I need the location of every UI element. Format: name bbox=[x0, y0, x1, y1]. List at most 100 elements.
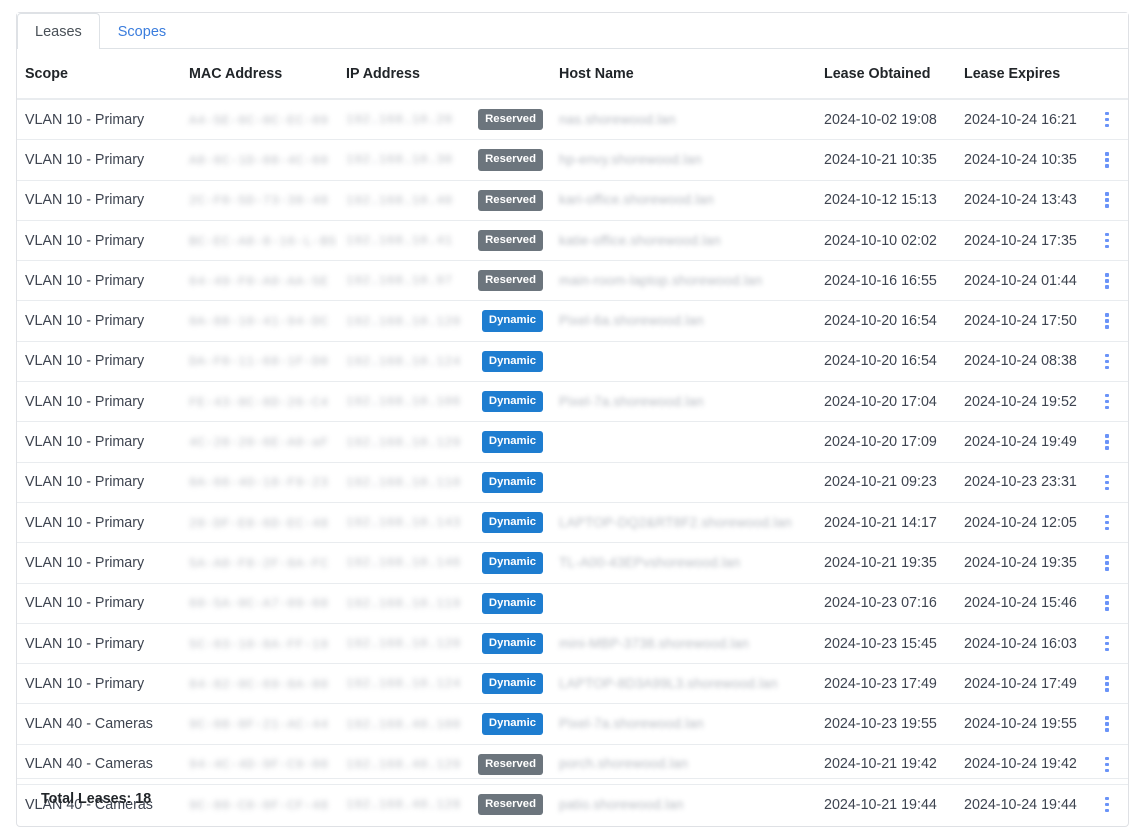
cell-lease-expires: 2024-10-24 17:50 bbox=[956, 300, 1086, 342]
kebab-menu-icon[interactable] bbox=[1096, 634, 1118, 654]
cell-lease-obtained: 2024-10-20 17:04 bbox=[816, 381, 956, 422]
tab-leases[interactable]: Leases bbox=[17, 13, 100, 49]
cell-host-name bbox=[551, 421, 816, 463]
kebab-menu-icon[interactable] bbox=[1096, 392, 1118, 412]
table-footer: Total Leases: 18 bbox=[17, 778, 1128, 819]
kebab-menu-icon[interactable] bbox=[1096, 231, 1118, 251]
cell-lease-obtained: 2024-10-16 16:55 bbox=[816, 260, 956, 301]
column-header-mac-address[interactable]: MAC Address bbox=[181, 49, 338, 100]
lease-type-badge: Dynamic bbox=[481, 592, 543, 614]
redacted-mac-address: 5A-A0-F8-2F-8A-FC bbox=[189, 555, 329, 571]
tab-scopes[interactable]: Scopes bbox=[100, 13, 184, 49]
cell-host-name: nas.shorewood.lan bbox=[551, 99, 816, 140]
redacted-mac-address: 64-49-F0-A0-AA-5E bbox=[189, 273, 329, 289]
cell-lease-expires: 2024-10-23 23:31 bbox=[956, 461, 1086, 503]
ip-badge-group: 192.168.10.106 Dynamic bbox=[346, 391, 543, 413]
redacted-ip-address: 192.168.10.120 bbox=[346, 313, 461, 329]
cell-mac-address: 2C-F0-5D-73-38-48 bbox=[181, 179, 338, 221]
cell-scope: VLAN 10 - Primary bbox=[17, 501, 181, 543]
cell-host-name bbox=[551, 461, 816, 503]
redacted-ip-address: 192.168.10.20 bbox=[346, 112, 453, 128]
cell-lease-obtained: 2024-10-21 10:35 bbox=[816, 139, 956, 181]
kebab-menu-icon[interactable] bbox=[1096, 110, 1118, 130]
lease-type-badge: Reserved bbox=[478, 229, 543, 252]
cell-scope: VLAN 10 - Primary bbox=[17, 542, 181, 584]
redacted-host-name: LAPTOP-DQ2&RT8F2.shorewood.lan bbox=[559, 514, 792, 530]
redacted-ip-address: 192.168.10.143 bbox=[346, 515, 461, 531]
lease-type-badge: Dynamic bbox=[481, 310, 543, 332]
ip-badge-group: 192.168.10.120 Dynamic bbox=[346, 632, 543, 655]
redacted-mac-address: 0A-66-4O-18-F9-23 bbox=[189, 475, 329, 491]
tab-bar: Leases Scopes bbox=[17, 13, 1128, 49]
redacted-mac-address: 9C-08-8F-21-AC-44 bbox=[189, 717, 329, 733]
table-row: VLAN 10 - Primary 0A-66-4O-18-F9-23 192.16… bbox=[17, 461, 1128, 503]
lease-type-badge: Reserved bbox=[478, 189, 543, 211]
kebab-menu-icon[interactable] bbox=[1096, 432, 1118, 452]
column-header-actions bbox=[1086, 49, 1128, 100]
cell-ip-address: 192.168.10.110 Dynamic bbox=[338, 461, 551, 503]
redacted-ip-address: 192.168.10.30 bbox=[346, 152, 453, 168]
redacted-host-name: Pixel-7a.shorewood.lan bbox=[559, 393, 704, 409]
ip-badge-group: 192.168.10.129 Dynamic bbox=[346, 431, 543, 453]
cell-scope: VLAN 10 - Primary bbox=[17, 340, 181, 382]
cell-host-name: LAPTOP-DQ2&RT8F2.shorewood.lan bbox=[551, 501, 816, 543]
kebab-menu-icon[interactable] bbox=[1096, 271, 1118, 291]
kebab-menu-icon[interactable] bbox=[1096, 351, 1118, 371]
cell-host-name bbox=[551, 340, 816, 382]
redacted-host-name: mini-MBP-3738.shorewood.lan bbox=[559, 635, 749, 651]
table-row: VLAN 10 - Primary A8-6C-1D-08-4C-60 192.16… bbox=[17, 139, 1128, 181]
redacted-host-name: TL-A00-43EPvshorewood.lan bbox=[559, 554, 741, 570]
cell-host-name: Pixel-7a.shorewood.lan bbox=[551, 381, 816, 422]
cell-host-name bbox=[551, 582, 816, 624]
kebab-menu-icon[interactable] bbox=[1096, 190, 1118, 210]
cell-ip-address: 192.168.10.97 Reserved bbox=[338, 260, 551, 301]
redacted-mac-address: 28-DF-E8-6D-EC-48 bbox=[189, 515, 329, 531]
cell-mac-address: 9C-08-8F-21-AC-44 bbox=[181, 703, 338, 745]
cell-actions bbox=[1086, 501, 1128, 543]
table-row: VLAN 10 - Primary 84-82-0C-69-8A-80 192.16… bbox=[17, 663, 1128, 704]
kebab-menu-icon[interactable] bbox=[1096, 714, 1118, 734]
cell-mac-address: 0A-88-10-41-94-DC bbox=[181, 300, 338, 342]
kebab-menu-icon[interactable] bbox=[1096, 472, 1118, 492]
kebab-menu-icon[interactable] bbox=[1096, 674, 1118, 694]
tab-label: Leases bbox=[35, 24, 82, 40]
table-row: VLAN 10 - Primary 64-49-F0-A0-AA-5E 192.16… bbox=[17, 260, 1128, 301]
ip-badge-group: 192.168.10.124 Dynamic bbox=[346, 673, 543, 695]
column-header-ip-address[interactable]: IP Address bbox=[338, 49, 551, 100]
table-row: VLAN 10 - Primary 28-DF-E8-6D-EC-48 192.16… bbox=[17, 501, 1128, 543]
kebab-menu-icon[interactable] bbox=[1096, 311, 1118, 331]
cell-lease-expires: 2024-10-24 19:49 bbox=[956, 421, 1086, 463]
cell-mac-address: DA-F0-11-68-1F-D0 bbox=[181, 340, 338, 382]
column-header-lease-obtained[interactable]: Lease Obtained bbox=[816, 49, 956, 100]
column-header-host-name[interactable]: Host Name bbox=[551, 49, 816, 100]
redacted-ip-address: 192.168.10.41 bbox=[346, 233, 453, 249]
kebab-menu-icon[interactable] bbox=[1096, 593, 1118, 613]
cell-actions bbox=[1086, 99, 1128, 140]
cell-lease-obtained: 2024-10-23 15:45 bbox=[816, 622, 956, 664]
redacted-ip-address: 192.168.10.120 bbox=[346, 636, 461, 651]
cell-ip-address: 192.168.10.41 Reserved bbox=[338, 219, 551, 261]
lease-type-badge: Dynamic bbox=[481, 632, 543, 655]
cell-lease-obtained: 2024-10-23 17:49 bbox=[816, 663, 956, 704]
cell-host-name: Pixel-7a.shorewood.lan bbox=[551, 703, 816, 745]
kebab-menu-icon[interactable] bbox=[1096, 150, 1118, 170]
column-header-scope[interactable]: Scope bbox=[17, 49, 181, 100]
lease-type-badge: Reserved bbox=[478, 753, 543, 776]
ip-badge-group: 192.168.40.100 Dynamic bbox=[346, 713, 543, 735]
cell-scope: VLAN 10 - Primary bbox=[17, 139, 181, 181]
kebab-menu-icon[interactable] bbox=[1096, 553, 1118, 573]
column-header-lease-expires[interactable]: Lease Expires bbox=[956, 49, 1086, 100]
cell-ip-address: 192.168.10.143 Dynamic bbox=[338, 501, 551, 543]
cell-lease-expires: 2024-10-24 12:05 bbox=[956, 501, 1086, 543]
redacted-mac-address: 5C-03-10-8A-FF-19 bbox=[189, 636, 329, 652]
cell-scope: VLAN 10 - Primary bbox=[17, 300, 181, 342]
kebab-menu-icon[interactable] bbox=[1096, 754, 1118, 774]
ip-badge-group: 192.168.10.143 Dynamic bbox=[346, 511, 543, 534]
cell-scope: VLAN 10 - Primary bbox=[17, 381, 181, 422]
kebab-menu-icon[interactable] bbox=[1096, 513, 1118, 533]
cell-lease-expires: 2024-10-24 17:35 bbox=[956, 219, 1086, 261]
redacted-host-name: Pixel-7a.shorewood.lan bbox=[559, 716, 704, 732]
redacted-host-name: hp-envy.shorewood.lan bbox=[559, 151, 702, 167]
redacted-mac-address: 84-82-0C-69-8A-80 bbox=[189, 676, 329, 692]
cell-actions bbox=[1086, 219, 1128, 261]
